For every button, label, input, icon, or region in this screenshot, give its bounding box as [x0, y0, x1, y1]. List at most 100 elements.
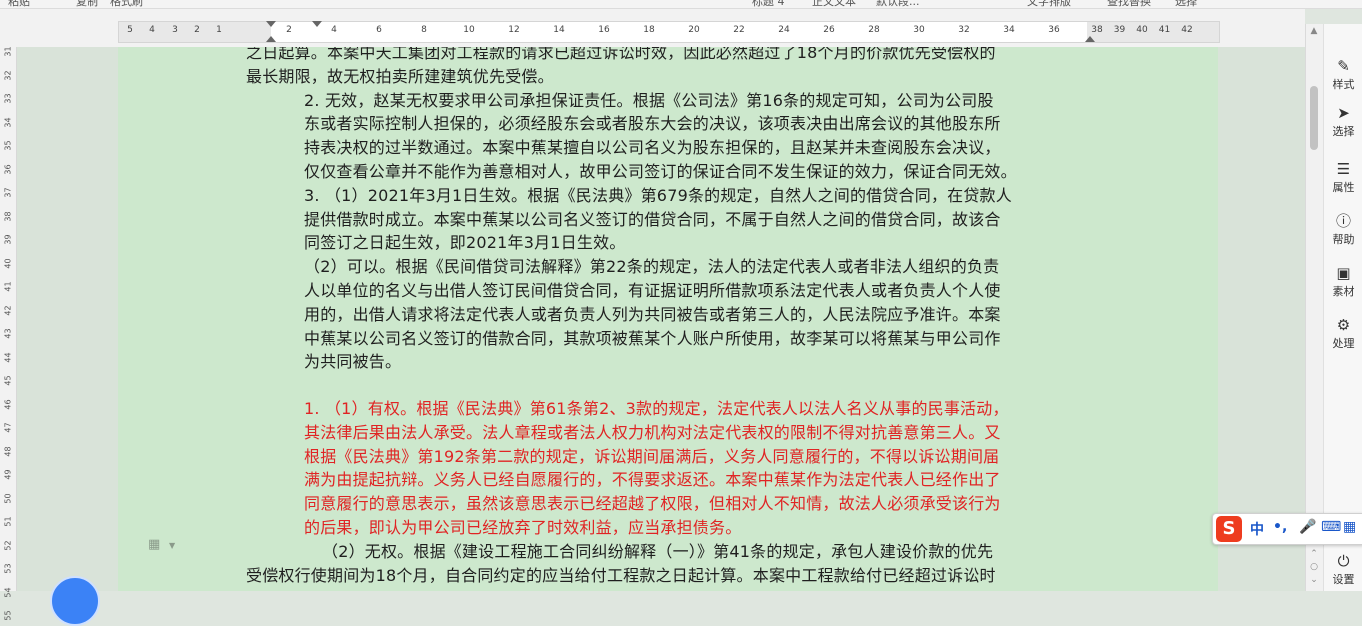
document-page[interactable]: 之日起算。本案中天工集团对工程款的请求已超过诉讼时效，因此必然超过了18个月的价… — [118, 47, 1218, 591]
doc-line: （2）可以。根据《民间借贷司法解释》第22条的规定，法人的法定代表人或者非法人组… — [304, 257, 1000, 277]
vruler-number: 35 — [3, 140, 13, 151]
toolbar-style-heading4[interactable]: 标题 4 — [752, 0, 785, 8]
first-line-indent-marker[interactable] — [266, 21, 276, 27]
vruler-number: 49 — [3, 469, 13, 480]
ruler-number: 16 — [598, 25, 610, 35]
toolbar-item-copy[interactable]: 复制 — [76, 0, 98, 8]
vertical-scrollbar[interactable]: ▲ ⌃ ○ ⌄ — [1305, 24, 1323, 591]
vruler-number: 31 — [3, 46, 13, 57]
vruler-number: 52 — [3, 539, 13, 551]
help-icon: ⓘ — [1335, 212, 1351, 230]
panel-item-settings[interactable]: ⏻ 设置 — [1324, 552, 1362, 587]
toolbar-text-layout[interactable]: 文字排版 — [1027, 0, 1071, 8]
doc-line: 人以单位的名义与出借人签订民间借贷合同，有证据证明所借款项系法定代表人或者负责人… — [304, 281, 1001, 300]
ruler-number: 32 — [958, 25, 970, 35]
panel-item-select-label: 选择 — [1332, 125, 1355, 138]
scroll-up-page-icon[interactable]: ⌃ — [1309, 549, 1319, 559]
floating-assistant-button[interactable] — [50, 576, 100, 626]
cursor-icon: ➤ — [1337, 104, 1350, 122]
pen-icon: ✎ — [1337, 57, 1350, 75]
process-icon: ⚙ — [1336, 316, 1351, 334]
doc-line: 东或者实际控制人担保的，必须经股东会或者股东大会的决议，该项表决由出席会议的其他… — [304, 114, 1001, 134]
vruler-number: 33 — [3, 93, 13, 104]
toolbar-item-format-painter[interactable]: 格式刷 — [110, 0, 143, 8]
toolbar-find-replace[interactable]: 查找替换 — [1107, 0, 1151, 8]
doc-line-red: 满为由提起抗辩。义务人已经自愿履行的，不得要求返还。本案中蕉某作为法定代表人已经… — [304, 470, 1001, 490]
doc-line: 用的，出借人请求将法定代表人或者负责人列为共同被告或者第三人的，人民法院应予准许… — [304, 304, 1001, 324]
horizontal-ruler[interactable]: 5 4 3 2 1 2 4 6 8 10 12 14 16 18 20 22 24 26 28 30 32 34 36 38 3… — [0, 9, 1305, 47]
scroll-down-page-icon[interactable]: ⌄ — [1309, 575, 1319, 585]
sogou-logo-icon[interactable]: S — [1216, 516, 1242, 542]
document-icon[interactable]: ▦ — [148, 537, 164, 553]
vruler-number: 48 — [3, 445, 13, 457]
ruler-number: 39 — [1113, 25, 1126, 35]
doc-line: 同签订之日起生效，即2021年3月1日生效。 — [304, 233, 626, 253]
ruler-number: 38 — [1091, 25, 1103, 35]
vruler-number: 43 — [3, 328, 13, 339]
vruler-number: 32 — [3, 69, 13, 81]
doc-line: 提供借款时成立。本案中蕉某以公司名义签订的借贷合同，不属于自然人之间的借贷合同，… — [304, 209, 1001, 229]
ruler-number: 3 — [172, 25, 178, 35]
ruler-number: 40 — [1136, 25, 1148, 35]
ime-toolbar[interactable]: S 中 •, 🎤 ⌨ ▦ — [1212, 513, 1362, 545]
vertical-ruler: 31 32 33 34 35 36 37 38 39 40 41 42 43 44 45 46 47 48 49 50… — [0, 46, 17, 621]
doc-line: 效，并且该款项的给付期限，按照价款优先受偿权的最长期限。 — [246, 586, 700, 591]
doc-line-red: 的后果，即认为甲公司已经放弃了时效利益，应当承担债务。 — [304, 518, 742, 537]
toolbar-item-paste[interactable]: 粘贴 — [8, 0, 30, 8]
grid-menu-icon[interactable]: ▦ — [1343, 519, 1356, 535]
scrollbar-thumb[interactable] — [1310, 86, 1318, 150]
toolbar-style-body[interactable]: 正文文本 — [812, 0, 856, 8]
panel-item-help[interactable]: ⓘ 帮助 — [1324, 212, 1362, 247]
chevron-down-icon[interactable]: ▼ — [169, 541, 175, 550]
ruler-number: 28 — [868, 25, 880, 35]
panel-item-style[interactable]: ✎ 样式 — [1324, 57, 1362, 92]
ruler-number: 42 — [1181, 25, 1193, 35]
sliders-icon: ☰ — [1336, 160, 1351, 178]
vruler-number: 38 — [3, 210, 13, 222]
vruler-number: 42 — [3, 304, 13, 316]
vruler-number: 40 — [3, 257, 13, 269]
scroll-middle-icon[interactable]: ○ — [1309, 562, 1319, 572]
ruler-number: 1 — [216, 25, 222, 35]
microphone-icon[interactable]: 🎤 — [1299, 519, 1316, 535]
vruler-number: 53 — [3, 563, 13, 574]
panel-item-select[interactable]: ➤ 选择 — [1324, 104, 1362, 139]
ruler-number: 4 — [331, 25, 337, 35]
toolbar-select[interactable]: 选择 — [1175, 0, 1197, 8]
panel-item-settings-label: 设置 — [1332, 573, 1355, 586]
vruler-number: 41 — [3, 281, 13, 292]
vruler-number: 55 — [3, 610, 13, 621]
panel-item-process[interactable]: ⚙ 处理 — [1324, 316, 1362, 351]
ime-punctuation-toggle[interactable]: •, — [1273, 519, 1287, 535]
doc-line: 2. 无效，赵某无权要求甲公司承担保证责任。根据《公司法》第16条的规定可知，公… — [304, 90, 994, 110]
vruler-number: 51 — [3, 516, 13, 527]
doc-line: 3. （1）2021年3月1日生效。根据《民法典》第679条的规定，自然人之间的… — [304, 185, 1012, 205]
vruler-number: 54 — [3, 586, 13, 598]
panel-item-style-label: 样式 — [1332, 78, 1355, 91]
right-indent-marker[interactable] — [1085, 36, 1095, 42]
panel-item-material[interactable]: ▣ 素材 — [1324, 264, 1362, 299]
keyboard-icon[interactable]: ⌨ — [1321, 519, 1341, 535]
doc-line: 之日起算。本案中天工集团对工程款的请求已超过诉讼时效，因此必然超过了18个月的价… — [246, 47, 996, 62]
ruler-number: 5 — [127, 25, 133, 35]
hanging-indent-marker[interactable] — [312, 21, 322, 27]
toolbar-style-default[interactable]: 默认段... — [876, 0, 920, 8]
panel-item-properties[interactable]: ☰ 属性 — [1324, 160, 1362, 195]
ruler-number: 8 — [421, 25, 427, 35]
doc-line: 受偿权行使期间为18个月，自合同约定的应当给付工程款之日起计算。本案中工程款给付… — [246, 565, 996, 585]
ruler-number: 34 — [1003, 25, 1015, 35]
vruler-number: 44 — [3, 351, 13, 363]
doc-line-red: 1. （1）有权。根据《民法典》第61条第2、3款的规定，法定代表人以法人名义从… — [304, 399, 1009, 418]
ruler-number: 18 — [643, 25, 655, 35]
ruler-number: 6 — [376, 25, 382, 35]
vruler-number: 50 — [3, 492, 13, 504]
ime-language-toggle[interactable]: 中 — [1250, 519, 1264, 539]
left-indent-marker[interactable] — [266, 36, 276, 42]
vruler-number: 37 — [3, 187, 13, 198]
vruler-number: 46 — [3, 398, 13, 410]
scroll-up-icon[interactable]: ▲ — [1309, 26, 1319, 36]
doc-line: 最长期限，故无权拍卖所建建筑优先受偿。 — [246, 66, 554, 86]
doc-line-red: 根据《民法典》第192条第二款的规定，诉讼期间届满后，义务人同意履行的，不得以诉… — [304, 446, 1000, 466]
right-side-panel: ✎ 样式 ➤ 选择 ☰ 属性 ⓘ 帮助 ▣ 素材 ⚙ 处理 ⏻ 设置 — [1323, 24, 1362, 591]
top-toolbar: 粘贴 复制 格式刷 标题 4 正文文本 默认段... 文字排版 查找替换 选择 — [0, 0, 1362, 9]
